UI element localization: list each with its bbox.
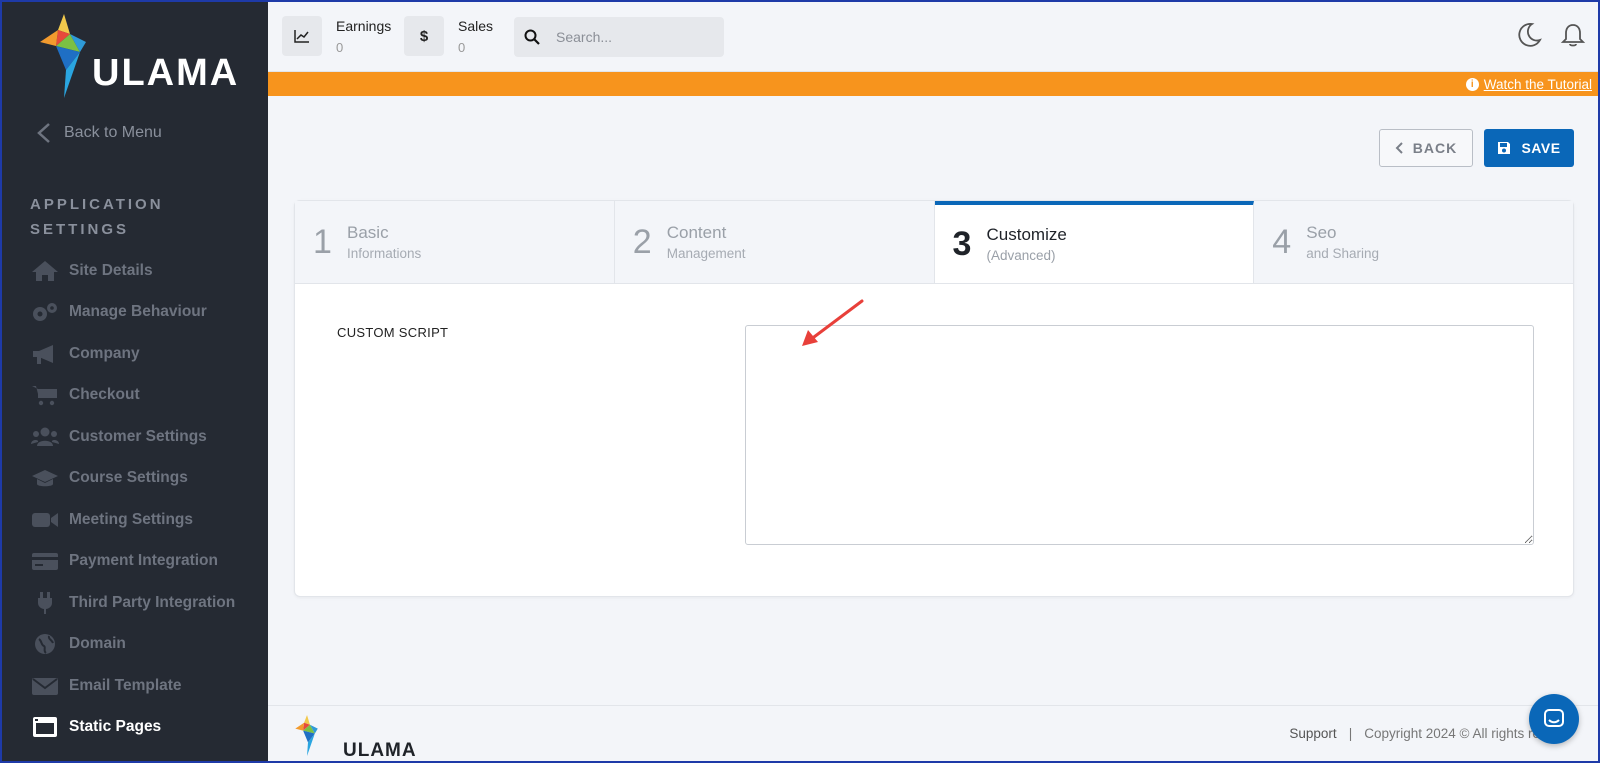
search-box [514,17,724,57]
users-icon [30,426,60,448]
step-number: 2 [632,222,652,261]
sidebar-item-email-template[interactable]: Email Template [30,665,260,707]
top-icons [1516,22,1586,48]
footer-separator: | [1348,726,1353,741]
megaphone-icon [30,343,60,365]
cart-icon [30,384,60,406]
sidebar-item-label: Meeting Settings [69,510,194,528]
step-subtitle: (Advanced) [986,248,1056,263]
floppy-disk-icon [1498,142,1511,154]
tutorial-banner: i Watch the Tutorial [268,72,1598,96]
step-title: Seo [1306,223,1337,242]
back-button-label: BACK [1412,140,1458,156]
window-icon [30,716,60,738]
sidebar-item-third-party-integration[interactable]: Third Party Integration [30,582,260,624]
chat-launcher-button[interactable] [1529,694,1579,744]
step-subtitle: Management [666,246,746,261]
sidebar-item-company[interactable]: Company [30,333,260,375]
custom-script-textarea[interactable] [745,325,1534,545]
graduation-cap-icon [30,467,60,489]
custom-script-label: CUSTOM SCRIPT [337,325,449,340]
step-number: 1 [313,222,332,261]
back-to-menu-link[interactable]: Back to Menu [36,122,162,144]
bird-logo-icon [40,14,86,98]
sidebar-item-label: Course Settings [69,469,188,487]
back-button[interactable]: BACK [1379,129,1473,167]
sidebar-item-checkout[interactable]: Checkout [30,375,260,417]
sidebar-item-static-pages[interactable]: Static Pages [30,707,260,749]
video-icon [30,509,60,531]
sidebar-item-course-settings[interactable]: Course Settings [30,458,260,500]
search-icon [524,29,540,45]
sidebar-item-payment-integration[interactable]: Payment Integration [30,541,260,583]
tab-seo-sharing[interactable]: 4 Seo and Sharing [1254,201,1573,283]
plug-icon [30,591,60,614]
back-to-menu-label: Back to Menu [64,124,162,141]
earnings-value: 0 [336,40,344,55]
sales-value: 0 [458,40,466,55]
steps-tabs: 1 Basic Informations 2 Content Management … [295,201,1573,284]
support-link[interactable]: Support [1289,726,1336,741]
sidebar-item-label: Site Details [69,261,153,279]
chart-line-icon [282,16,322,56]
chat-icon [1544,709,1564,727]
sidebar-item-domain[interactable]: Domain [30,624,260,666]
sidebar-item-customer-settings[interactable]: Customer Settings [30,416,260,458]
sidebar-item-manage-behaviour[interactable]: Manage Behaviour [30,292,260,334]
footer-logo-text: ULAMA [343,740,417,761]
footer-logo[interactable]: ULAMA [292,714,416,761]
step-title: Content [666,223,727,242]
step-subtitle: Informations [347,246,422,261]
footer: ULAMA Support | Copyright 2024 © All rig… [268,705,1598,761]
sales-label: Sales [458,18,494,34]
step-number: 4 [1272,222,1292,261]
envelope-icon [30,675,60,697]
ulama-logo[interactable]: ULAMA [36,12,246,102]
sidebar-item-site-details[interactable]: Site Details [30,250,260,292]
bell-icon[interactable] [1560,22,1586,48]
credit-card-icon [30,550,60,572]
globe-icon [30,633,60,655]
sidebar-item-label: Email Template [69,676,182,694]
earnings-label: Earnings [336,18,392,34]
search-input[interactable] [556,29,706,45]
sidebar-item-label: Company [69,344,140,362]
tab-content-management[interactable]: 2 Content Management [614,201,935,283]
step-subtitle: and Sharing [1306,246,1380,261]
moon-icon[interactable] [1516,22,1542,48]
settings-card: 1 Basic Informations 2 Content Management … [294,200,1574,597]
sales-stat[interactable]: $ Sales 0 [404,16,493,56]
watch-tutorial-link[interactable]: Watch the Tutorial [1484,77,1592,92]
top-bar: Earnings 0 $ Sales 0 [268,2,1598,72]
home-icon [30,260,60,282]
dollar-icon: $ [404,16,444,56]
save-button-label: SAVE [1521,140,1561,156]
tab-basic-informations[interactable]: 1 Basic Informations [295,201,615,283]
copyright-text: Copyright 2024 © All rights res... [1364,726,1558,741]
step-title: Basic [347,223,389,242]
section-title: APPLICATION SETTINGS [30,196,164,238]
tab-customize-advanced[interactable]: 3 Customize (Advanced) [934,201,1255,283]
save-button[interactable]: SAVE [1484,129,1574,167]
chevron-left-icon [1395,142,1403,154]
bird-logo-icon [295,714,318,757]
info-icon: i [1465,77,1479,91]
gears-icon [30,301,60,323]
logo-text: ULAMA [92,52,240,94]
sidebar-item-meeting-settings[interactable]: Meeting Settings [30,499,260,541]
sidebar-item-label: Payment Integration [69,552,218,570]
sidebar-item-label: Domain [69,635,126,653]
chevron-left-icon [37,123,50,143]
footer-links: Support | Copyright 2024 © All rights re… [1289,726,1558,741]
earnings-stat[interactable]: Earnings 0 [282,16,391,56]
sidebar-item-label: Customer Settings [69,427,207,445]
sidebar-item-label: Manage Behaviour [69,303,207,321]
sidebar-item-label: Checkout [69,386,140,404]
sidebar: ULAMA Back to Menu APPLICATION SETTINGS … [2,2,268,761]
settings-menu: Site Details Manage Behaviour Company Ch… [30,250,260,748]
step-title: Customize [986,225,1067,244]
sidebar-item-label: Third Party Integration [69,593,236,611]
step-number: 3 [952,224,972,263]
sidebar-item-label: Static Pages [69,718,162,736]
